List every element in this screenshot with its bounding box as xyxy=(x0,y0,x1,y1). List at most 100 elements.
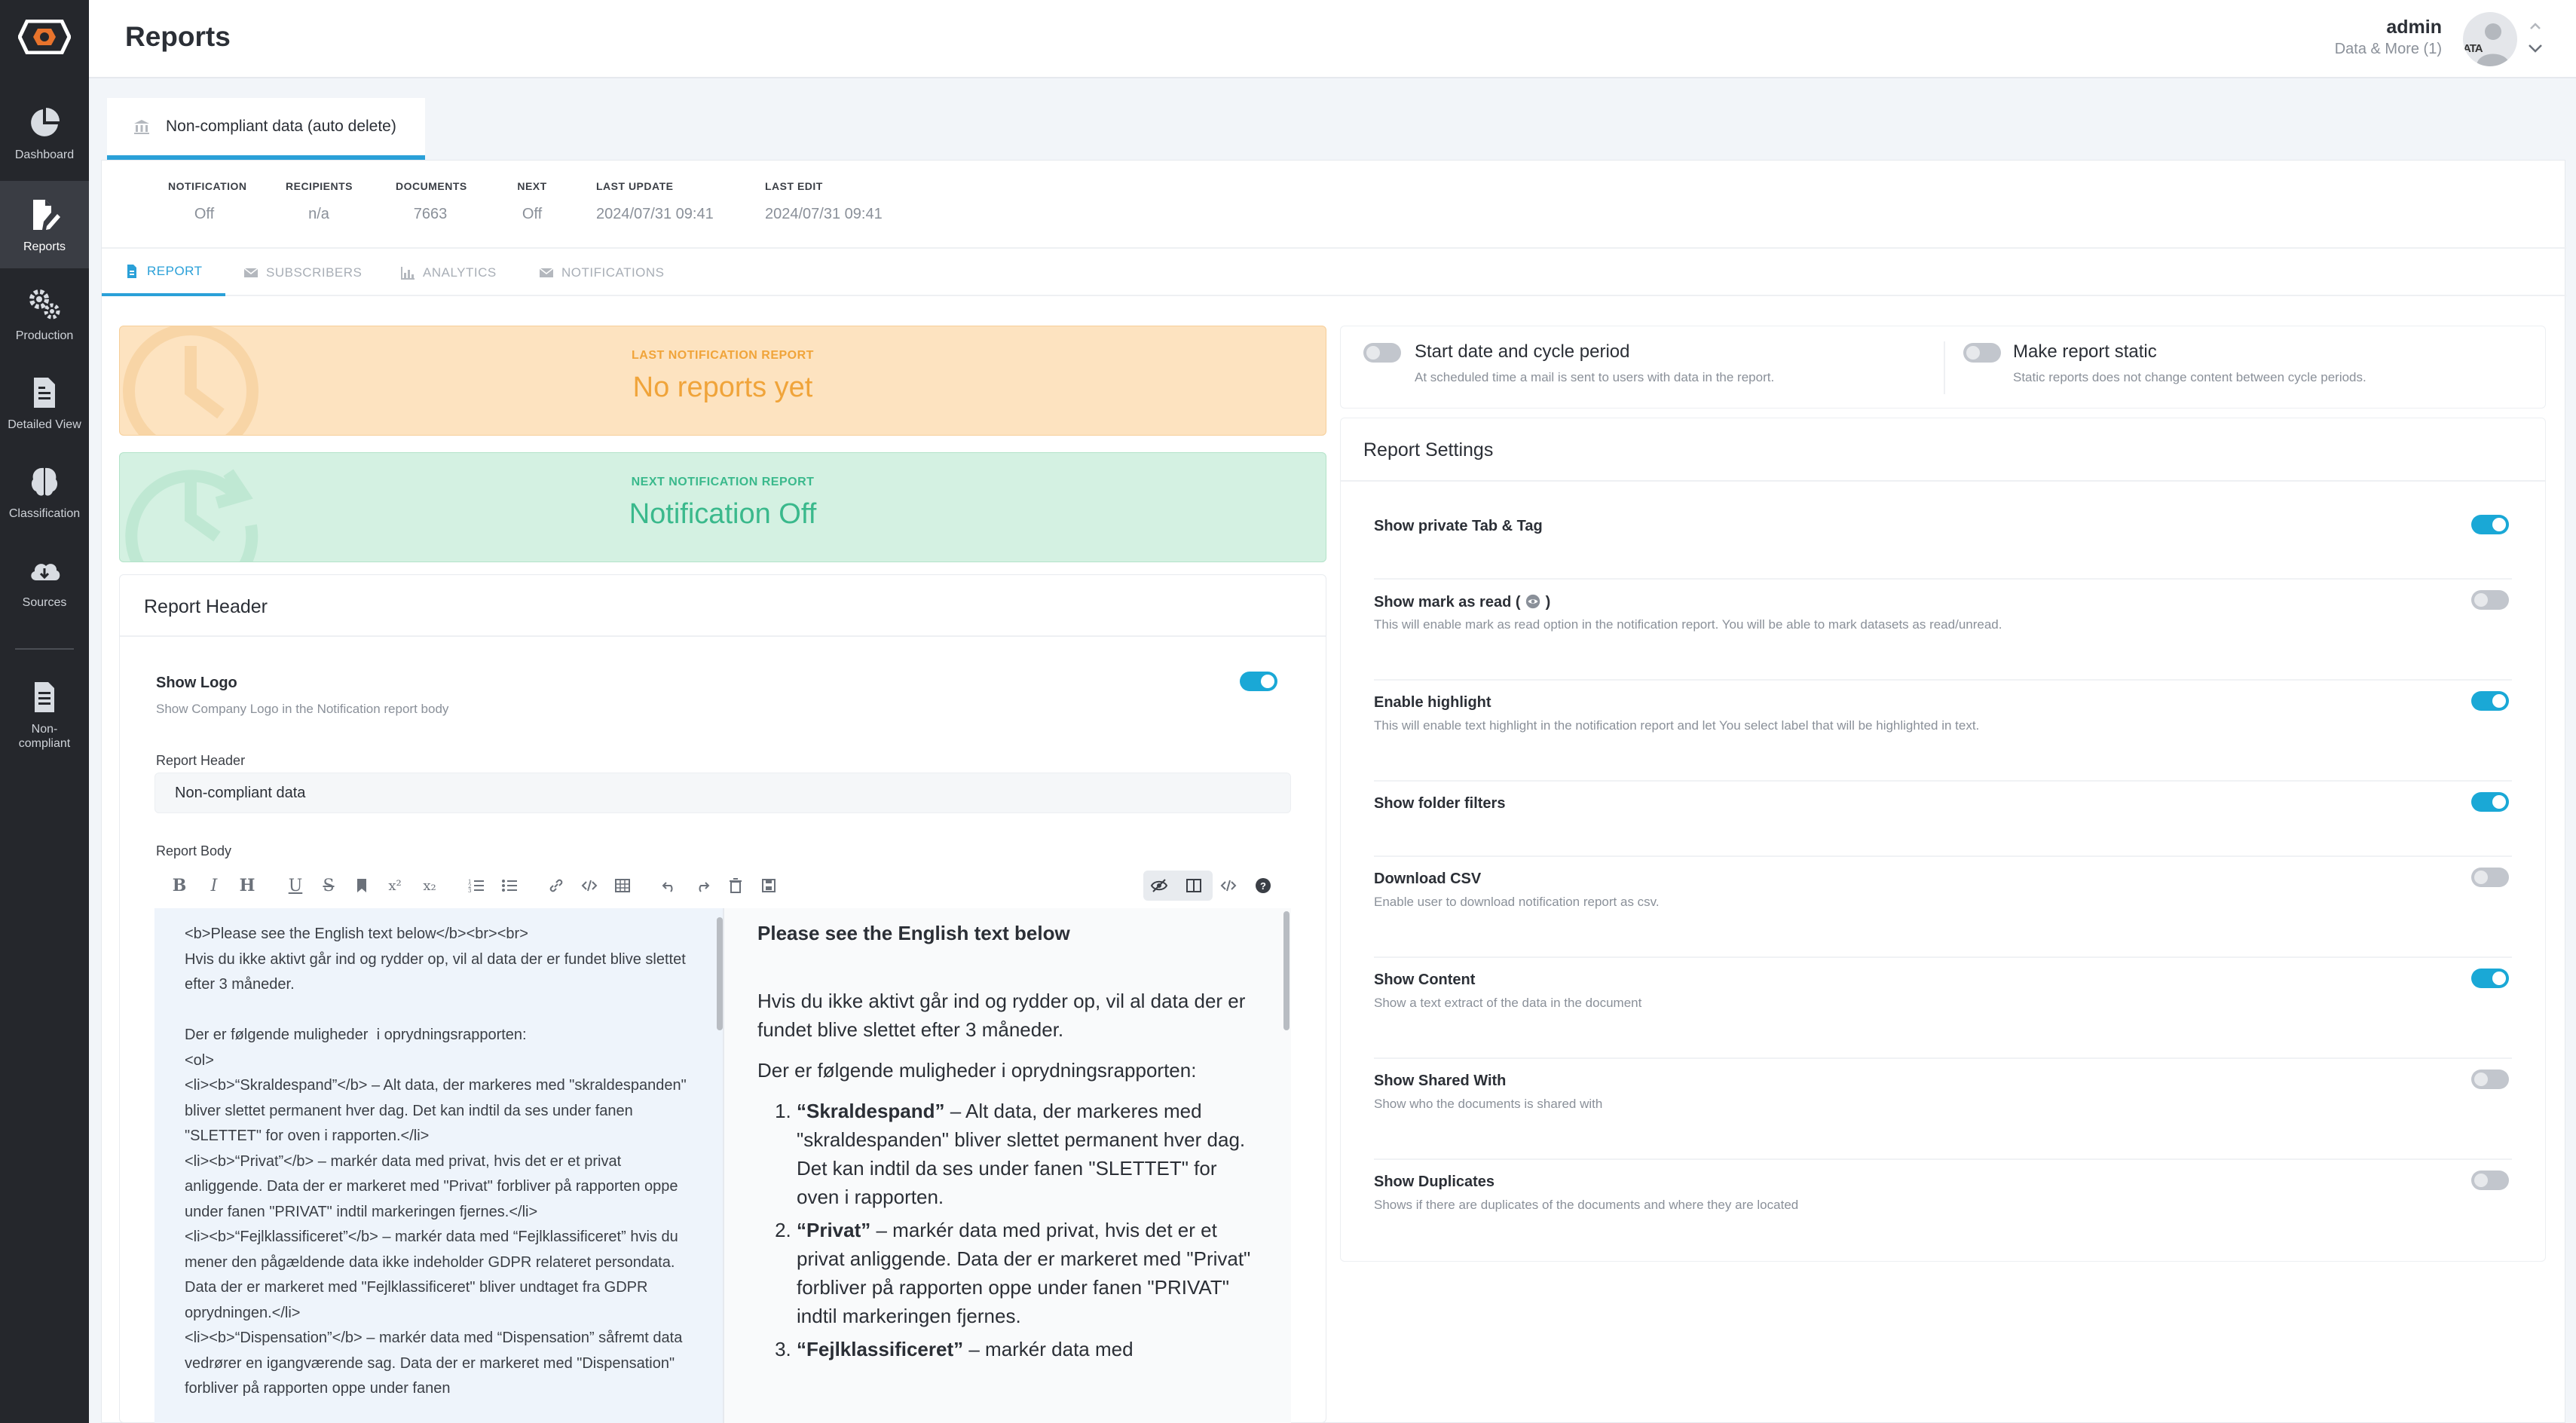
preview-paragraph: Der er følgende muligheder i oprydningsr… xyxy=(757,1059,1197,1082)
bold-icon[interactable]: B xyxy=(168,874,191,898)
bank-building-icon xyxy=(134,120,149,134)
report-settings-title: Report Settings xyxy=(1363,439,1494,461)
preview-eye-icon[interactable] xyxy=(1148,874,1170,898)
download-csv-toggle[interactable] xyxy=(2471,868,2509,887)
italic-icon[interactable]: I xyxy=(203,874,225,898)
sidebar: Dashboard Reports Production Detailed Vi… xyxy=(0,0,89,1423)
source-code-icon[interactable] xyxy=(1217,874,1240,898)
table-icon[interactable] xyxy=(611,874,634,898)
preview-scrollbar[interactable] xyxy=(1283,911,1290,1030)
setting-title: Download CSV xyxy=(1374,871,1482,887)
stat-label: NEXT xyxy=(517,180,547,192)
tab-label: ANALYTICS xyxy=(423,265,497,280)
sidebar-item-production[interactable]: Production xyxy=(0,270,89,357)
stat-value: Off xyxy=(522,206,543,222)
sidebar-item-reports[interactable]: Reports xyxy=(0,181,89,268)
bookmark-icon[interactable] xyxy=(350,874,373,898)
report-subtabs: REPORT SUBSCRIBERS ANALYTICS NOTIFICATIO… xyxy=(102,249,2566,296)
stat-notification: NOTIFICATION Off xyxy=(168,180,246,223)
make-report-static-description: Static reports does not change content b… xyxy=(2013,370,2366,384)
non-compliant-doc-icon xyxy=(35,682,54,712)
make-report-static-title: Make report static xyxy=(2013,341,2157,362)
unordered-list-icon[interactable] xyxy=(498,874,521,898)
setting-download-csv: Download CSV Enable user to download not… xyxy=(1374,868,2512,958)
app-logo-icon[interactable] xyxy=(18,20,71,54)
setting-show-duplicates: Show Duplicates Shows if there are dupli… xyxy=(1374,1171,2512,1249)
setting-enable-highlight: Enable highlight This will enable text h… xyxy=(1374,691,2512,782)
report-header-card: Report Header Show Logo Show Company Log… xyxy=(119,574,1326,1423)
subscript-icon[interactable]: x₂ xyxy=(418,874,441,898)
stat-last-update: LAST UPDATE 2024/07/31 09:41 xyxy=(596,180,714,223)
sidebar-item-label: Sources xyxy=(22,596,67,609)
show-private-tab-toggle[interactable] xyxy=(2471,515,2509,534)
schedule-options-card: Start date and cycle period At scheduled… xyxy=(1340,326,2546,409)
link-icon[interactable] xyxy=(545,874,568,898)
preview-list: “Skraldespand” – Alt data, der markeres … xyxy=(757,1097,1261,1363)
setting-title: Show private Tab & Tag xyxy=(1374,518,1543,534)
strikethrough-icon[interactable]: S xyxy=(317,874,340,898)
list-item: “Privat” – markér data med privat, hvis … xyxy=(797,1216,1261,1330)
trash-icon[interactable] xyxy=(724,874,747,898)
tab-analytics[interactable]: ANALYTICS xyxy=(400,249,497,296)
tab-label: REPORT xyxy=(147,264,203,278)
show-shared-with-toggle[interactable] xyxy=(2471,1070,2509,1089)
show-logo-toggle[interactable] xyxy=(1240,672,1277,691)
help-icon[interactable]: ? xyxy=(1252,874,1274,898)
stat-label: RECIPIENTS xyxy=(286,180,353,192)
setting-description: This will enable text highlight in the n… xyxy=(1374,718,1980,733)
enable-highlight-toggle[interactable] xyxy=(2471,691,2509,711)
sidebar-item-sources[interactable]: Sources xyxy=(0,537,89,624)
sidebar-item-non-compliant[interactable]: Non- compliant xyxy=(0,663,89,769)
tab-report[interactable]: REPORT xyxy=(102,249,225,296)
show-content-toggle[interactable] xyxy=(2471,969,2509,988)
underline-icon[interactable]: U xyxy=(284,874,307,898)
report-settings-card: Report Settings Show private Tab & Tag S… xyxy=(1340,418,2546,1262)
user-name[interactable]: admin xyxy=(2386,17,2442,38)
sidebar-item-detailed-view[interactable]: Detailed View xyxy=(0,359,89,446)
heading-icon[interactable]: H xyxy=(236,874,259,898)
start-date-toggle[interactable] xyxy=(1363,343,1401,363)
superscript-icon[interactable]: x² xyxy=(384,874,406,898)
setting-title-suffix: ) xyxy=(1541,594,1551,611)
redo-icon[interactable] xyxy=(691,874,714,898)
last-notification-banner: LAST NOTIFICATION REPORT No reports yet xyxy=(119,326,1326,436)
setting-show-shared-with: Show Shared With Show who the documents … xyxy=(1374,1070,2512,1160)
account-menu-chevron-icon[interactable] xyxy=(2526,20,2544,57)
stat-recipients: RECIPIENTS n/a xyxy=(286,180,353,223)
user-organization[interactable]: Data & More (1) xyxy=(2335,41,2442,58)
document-icon xyxy=(34,378,55,408)
next-notification-banner: NEXT NOTIFICATION REPORT Notification Of… xyxy=(119,452,1326,562)
html-source-pane[interactable]: <b>Please see the English text below</b>… xyxy=(154,908,723,1423)
split-view-icon[interactable] xyxy=(1182,874,1205,898)
sidebar-item-label: Non- compliant xyxy=(18,723,71,750)
report-header-input[interactable]: Non-compliant data xyxy=(154,773,1291,813)
svg-text:?: ? xyxy=(1260,880,1266,892)
tab-notifications[interactable]: NOTIFICATIONS xyxy=(539,249,665,296)
sidebar-item-dashboard[interactable]: Dashboard xyxy=(0,89,89,176)
show-duplicates-toggle[interactable] xyxy=(2471,1171,2509,1190)
undo-icon[interactable] xyxy=(658,874,681,898)
source-scrollbar[interactable] xyxy=(717,917,723,1030)
report-header-title: Report Header xyxy=(144,596,268,617)
save-icon[interactable] xyxy=(757,874,780,898)
banner-label: LAST NOTIFICATION REPORT xyxy=(632,349,814,362)
avatar[interactable]: ATA xyxy=(2463,12,2517,66)
tab-subscribers[interactable]: SUBSCRIBERS xyxy=(243,249,362,296)
show-folder-filters-toggle[interactable] xyxy=(2471,792,2509,812)
make-report-static-toggle[interactable] xyxy=(1963,343,2001,363)
list-item: “Skraldespand” – Alt data, der markeres … xyxy=(797,1097,1261,1211)
envelope-icon xyxy=(243,268,259,277)
stat-value: 2024/07/31 09:41 xyxy=(765,206,883,222)
sidebar-item-label: Production xyxy=(15,329,74,342)
show-mark-as-read-toggle[interactable] xyxy=(2471,590,2509,610)
setting-description: Shows if there are duplicates of the doc… xyxy=(1374,1198,1799,1212)
code-icon[interactable] xyxy=(578,874,601,898)
tab-label: SUBSCRIBERS xyxy=(266,265,363,280)
divider xyxy=(1341,480,2545,482)
ordered-list-icon[interactable]: 123 xyxy=(465,874,488,898)
stat-label: LAST UPDATE xyxy=(596,180,674,192)
setting-title: Show Content xyxy=(1374,972,1476,988)
report-tab-non-compliant[interactable]: Non-compliant data (auto delete) xyxy=(107,98,425,160)
sidebar-item-classification[interactable]: Classification xyxy=(0,448,89,535)
envelope-icon xyxy=(539,268,554,277)
